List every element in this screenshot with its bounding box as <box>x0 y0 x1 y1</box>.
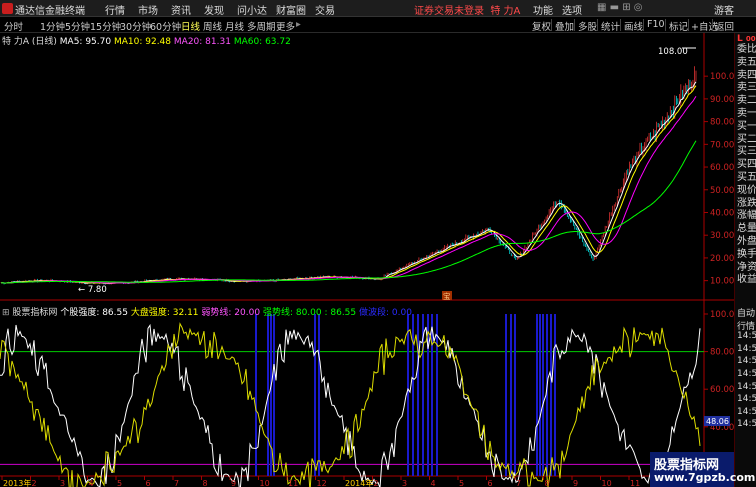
price-tick-label: 40.00 <box>710 208 734 218</box>
low-price-label: ← 7.80 <box>78 285 107 295</box>
side-panel-time: 14:56 <box>737 381 756 392</box>
ma5-value: MA5: 95.70 <box>59 37 112 47</box>
price-tick-label: 20.00 <box>710 254 734 264</box>
time-tick-label: 4 <box>89 479 94 487</box>
time-tick-label: 11 <box>288 479 298 487</box>
time-tick-label: 10 <box>260 479 270 487</box>
price-tick-label: 10.00 <box>710 277 734 287</box>
time-tick-label: 9 <box>573 479 578 487</box>
stock-strength: 个股强度: 86.55 <box>60 308 128 318</box>
price-tick-label: 60.00 <box>710 163 734 173</box>
time-tick-label: 5 <box>117 479 122 487</box>
time-tick-label: 9 <box>231 479 236 487</box>
ma10-value: MA10: 92.48 <box>113 37 172 47</box>
side-panel-time: 14:56 <box>737 369 756 379</box>
side-panel-time: 行情 <box>737 321 756 332</box>
time-tick-label: 2 <box>32 479 37 487</box>
price-tick-label: 50.00 <box>710 186 734 196</box>
side-panel-time: 14:56 <box>737 331 756 342</box>
side-panel-time: 自动 <box>737 309 756 319</box>
time-tick-label: 8 <box>545 479 550 487</box>
indicator-tick-label: 80.00 <box>710 348 734 358</box>
price-tick-label: 80.00 <box>710 118 734 128</box>
indicator-name: 股票指标网 <box>12 308 58 318</box>
ma60-value: MA60: 63.72 <box>233 37 291 47</box>
price-tick-label: 30.00 <box>710 231 734 241</box>
time-tick-label: 10 <box>602 479 612 487</box>
weak-line: 弱势线: 20.00 <box>201 308 261 318</box>
side-panel-time: 14:56 <box>737 406 756 417</box>
ma-legend: 特 力A (日线) MA5: 95.70 MA10: 92.48 MA20: 8… <box>2 34 291 47</box>
ma20-value: MA20: 81.31 <box>173 37 231 47</box>
time-tick-label: 11 <box>630 479 640 487</box>
market-strength-line <box>0 322 701 487</box>
price-tick-label: 100.0 <box>710 72 734 82</box>
signal-value: 做波段: 0.00 <box>359 308 412 318</box>
price-tick-label: 70.00 <box>710 140 734 150</box>
price-tick-label: 90.00 <box>710 95 734 105</box>
side-panel-label: 收益 <box>737 274 756 286</box>
time-tick-label: 3 <box>60 479 65 487</box>
time-tick-label: 4 <box>431 479 436 487</box>
side-panel-time: 14:56 <box>737 356 756 367</box>
time-tick-label: 3 <box>402 479 407 487</box>
market-strength: 大盘强度: 32.11 <box>130 308 199 318</box>
time-tick-label: 5 <box>459 479 464 487</box>
ma10-line <box>0 85 697 284</box>
indicator-tick-label: 100.0 <box>710 310 734 320</box>
quote-side-panel[interactable]: L 000 委比卖五卖四卖三卖二卖一买一买二买三买四买五现价涨跌涨幅总量外盘换手… <box>734 33 756 487</box>
time-tick-label: 6 <box>146 479 151 487</box>
chart-title: 特 力A (日线) <box>2 37 57 47</box>
ma5-line <box>0 81 697 285</box>
time-tick-label: 12 <box>317 479 327 487</box>
indicator-legend: ⊞ 股票指标网 个股强度: 86.55 大盘强度: 32.11 弱势线: 20.… <box>2 305 412 318</box>
time-tick-label: 2013年 <box>3 478 31 487</box>
time-tick-label: 2 <box>374 479 379 487</box>
time-tick-label: 2014年 <box>345 478 373 487</box>
indicator-tick-label: 60.00 <box>710 385 734 395</box>
watermark-logo: 股票指标网 www.7gpzb.com <box>650 452 755 487</box>
time-tick-label: 6 <box>488 479 493 487</box>
side-panel-time: 14:56 <box>737 343 756 354</box>
ma60-line <box>0 140 697 284</box>
strong-line: 强势线: 80.00 : 86.55 <box>262 308 357 318</box>
kline-chart[interactable]: 100.0 90.00 80.00 70.00 60.00 50.00 40.00 30.00… <box>0 0 756 487</box>
side-panel-time: 14:56 <box>737 419 756 430</box>
current-value-label: 48.06 <box>706 417 729 426</box>
indicator-settings-icon: ⊞ <box>2 308 10 318</box>
time-tick-label: 8 <box>203 479 208 487</box>
side-panel-time: 14:56 <box>737 394 756 405</box>
event-marker-label: 宝 <box>443 291 451 301</box>
time-tick-label: 7 <box>516 479 521 487</box>
time-tick-label: 7 <box>174 479 179 487</box>
